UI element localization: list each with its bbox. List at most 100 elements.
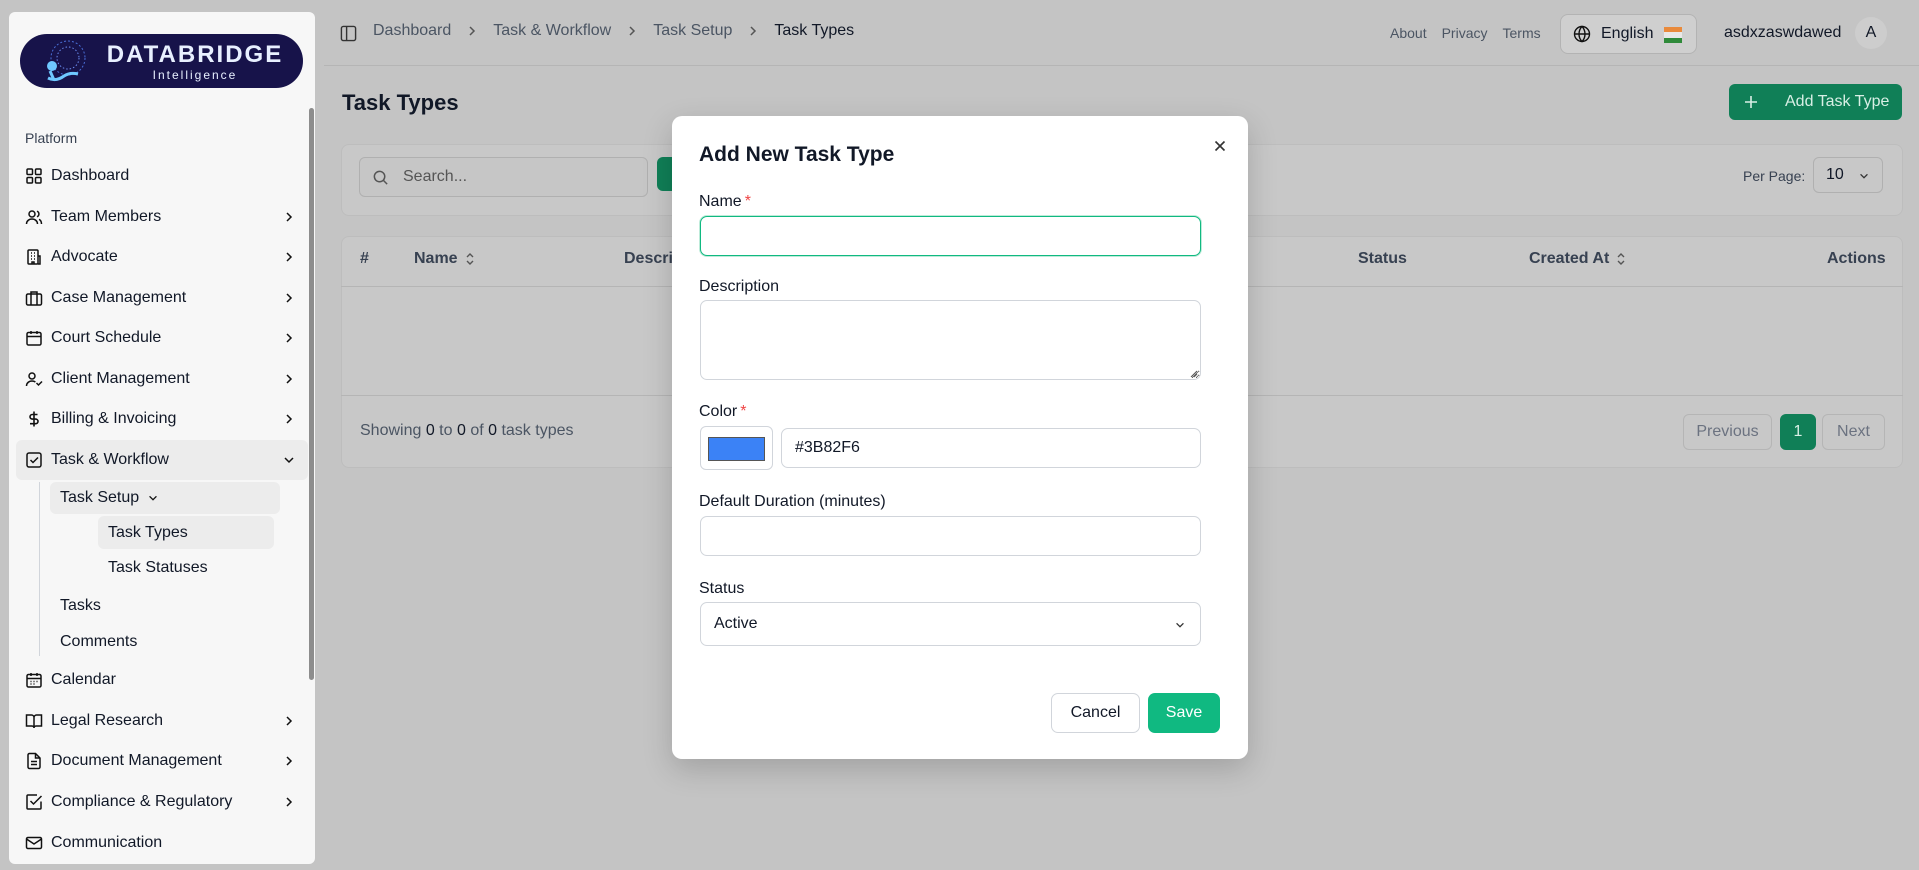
language-selector[interactable]: English bbox=[1560, 14, 1697, 54]
users-icon bbox=[25, 208, 43, 226]
file-text-icon bbox=[25, 752, 43, 770]
brand-logo[interactable]: DATABRIDGE Intelligence bbox=[20, 34, 303, 88]
cancel-button[interactable]: Cancel bbox=[1051, 693, 1140, 733]
sidebar-item-calendar[interactable]: Calendar bbox=[16, 660, 308, 701]
column-header-label: Name bbox=[414, 250, 458, 267]
sidebar-item-court-schedule[interactable]: Court Schedule bbox=[16, 318, 308, 359]
resize-handle-icon[interactable] bbox=[1188, 368, 1198, 378]
sidebar-toggle-icon[interactable] bbox=[340, 25, 357, 42]
column-header-actions: Actions bbox=[1827, 250, 1886, 268]
column-header-created-at[interactable]: Created At bbox=[1529, 250, 1627, 268]
color-hex-value: #3B82F6 bbox=[795, 439, 860, 456]
sidebar-item-label: Advocate bbox=[51, 248, 118, 266]
close-icon[interactable] bbox=[1211, 137, 1229, 155]
color-hex-input[interactable]: #3B82F6 bbox=[781, 428, 1201, 468]
column-header-description: Descri bbox=[624, 250, 673, 268]
name-input[interactable] bbox=[700, 216, 1201, 256]
sidebar-item-label: Task Statuses bbox=[108, 558, 208, 576]
sidebar-item-billing[interactable]: Billing & Invoicing bbox=[16, 399, 308, 440]
sidebar-item-communication[interactable]: Communication bbox=[16, 822, 308, 852]
sidebar-item-team-members[interactable]: Team Members bbox=[16, 197, 308, 238]
briefcase-icon bbox=[25, 289, 43, 307]
sidebar-item-case-management[interactable]: Case Management bbox=[16, 278, 308, 319]
chevron-right-icon bbox=[469, 26, 476, 36]
summary-total: 0 bbox=[488, 422, 498, 439]
current-page-button[interactable]: 1 bbox=[1780, 414, 1816, 450]
sidebar-item-label: Billing & Invoicing bbox=[51, 410, 177, 428]
required-marker: * bbox=[740, 403, 747, 420]
sidebar: DATABRIDGE Intelligence Platform Dashboa… bbox=[9, 12, 315, 864]
breadcrumb-dashboard[interactable]: Dashboard bbox=[373, 22, 451, 40]
per-page-select[interactable]: 10 bbox=[1813, 157, 1883, 193]
chevron-right-icon bbox=[286, 252, 293, 262]
search-input[interactable]: Search... bbox=[359, 157, 648, 197]
terms-link[interactable]: Terms bbox=[1503, 25, 1541, 41]
previous-page-button[interactable]: Previous bbox=[1683, 414, 1772, 450]
sidebar-item-document-management[interactable]: Document Management bbox=[16, 741, 308, 782]
add-task-type-button[interactable]: Add Task Type bbox=[1729, 84, 1902, 120]
building-icon bbox=[25, 248, 43, 266]
required-marker: * bbox=[744, 193, 751, 210]
breadcrumb-task-workflow[interactable]: Task & Workflow bbox=[493, 22, 611, 40]
status-label: Status bbox=[699, 580, 745, 597]
india-flag-icon bbox=[1664, 27, 1682, 43]
sidebar-scrollbar[interactable] bbox=[309, 108, 314, 680]
default-duration-input[interactable] bbox=[700, 516, 1201, 556]
sidebar-item-label: Client Management bbox=[51, 369, 190, 387]
color-picker[interactable] bbox=[700, 426, 773, 470]
per-page-label: Per Page: bbox=[1743, 168, 1806, 184]
sidebar-item-label: Task Types bbox=[108, 523, 188, 541]
sidebar-nav: Dashboard Team Members Advocate Case Man… bbox=[16, 156, 308, 852]
sidebar-item-task-setup[interactable]: Task Setup bbox=[50, 482, 280, 514]
next-page-button[interactable]: Next bbox=[1822, 414, 1885, 450]
sidebar-item-advocate[interactable]: Advocate bbox=[16, 237, 308, 278]
sidebar-item-dashboard[interactable]: Dashboard bbox=[16, 156, 308, 197]
sort-icon bbox=[466, 253, 474, 265]
sidebar-item-tasks[interactable]: Tasks bbox=[50, 588, 308, 624]
user-name[interactable]: asdxzaswdawed bbox=[1724, 24, 1841, 42]
sidebar-item-task-statuses[interactable]: Task Statuses bbox=[98, 551, 274, 584]
column-header-index: # bbox=[360, 250, 369, 268]
chevron-right-icon bbox=[286, 211, 293, 222]
check-square-icon bbox=[25, 793, 43, 811]
brand-subtitle: Intelligence bbox=[152, 68, 238, 82]
duration-label: Default Duration (minutes) bbox=[699, 493, 886, 510]
summary-to: 0 bbox=[456, 422, 466, 439]
sidebar-item-label: Tasks bbox=[60, 597, 101, 614]
column-header-status: Status bbox=[1358, 250, 1407, 268]
column-header-label: # bbox=[360, 250, 369, 267]
filter-button[interactable] bbox=[657, 157, 673, 191]
about-link[interactable]: About bbox=[1390, 25, 1427, 41]
sidebar-item-task-types[interactable]: Task Types bbox=[98, 516, 274, 549]
per-page-value: 10 bbox=[1826, 166, 1844, 183]
summary-to-word: to bbox=[434, 422, 457, 439]
description-textarea[interactable] bbox=[700, 300, 1201, 380]
column-header-label: Created At bbox=[1529, 250, 1610, 267]
sidebar-item-client-management[interactable]: Client Management bbox=[16, 359, 308, 400]
book-open-icon bbox=[25, 712, 43, 730]
chevron-down-icon bbox=[149, 495, 158, 501]
sidebar-item-label: Dashboard bbox=[51, 167, 130, 185]
status-select[interactable]: Active bbox=[700, 602, 1201, 646]
sidebar-item-task-workflow[interactable]: Task & Workflow bbox=[16, 439, 308, 480]
topbar-divider bbox=[324, 65, 1919, 66]
column-header-name[interactable]: Name bbox=[414, 250, 476, 268]
mail-icon bbox=[25, 834, 43, 852]
chevron-down-icon bbox=[284, 456, 294, 463]
chevron-right-icon bbox=[750, 26, 757, 36]
privacy-link[interactable]: Privacy bbox=[1442, 25, 1488, 41]
avatar[interactable]: A bbox=[1855, 17, 1887, 49]
search-placeholder: Search... bbox=[403, 168, 468, 185]
page-title: Task Types bbox=[342, 90, 459, 115]
chevron-right-icon bbox=[286, 414, 293, 424]
summary-of-word: of bbox=[465, 422, 489, 439]
calendar-days-icon bbox=[25, 671, 43, 689]
sidebar-item-comments[interactable]: Comments bbox=[50, 624, 308, 660]
sidebar-item-legal-research[interactable]: Legal Research bbox=[16, 701, 308, 742]
save-button[interactable]: Save bbox=[1148, 693, 1220, 733]
sidebar-item-label: Compliance & Regulatory bbox=[51, 792, 233, 810]
sidebar-item-compliance[interactable]: Compliance & Regulatory bbox=[16, 782, 308, 823]
breadcrumb-task-setup[interactable]: Task Setup bbox=[653, 22, 732, 40]
summary-prefix: Showing bbox=[360, 422, 426, 439]
layout-grid-icon bbox=[25, 167, 43, 185]
